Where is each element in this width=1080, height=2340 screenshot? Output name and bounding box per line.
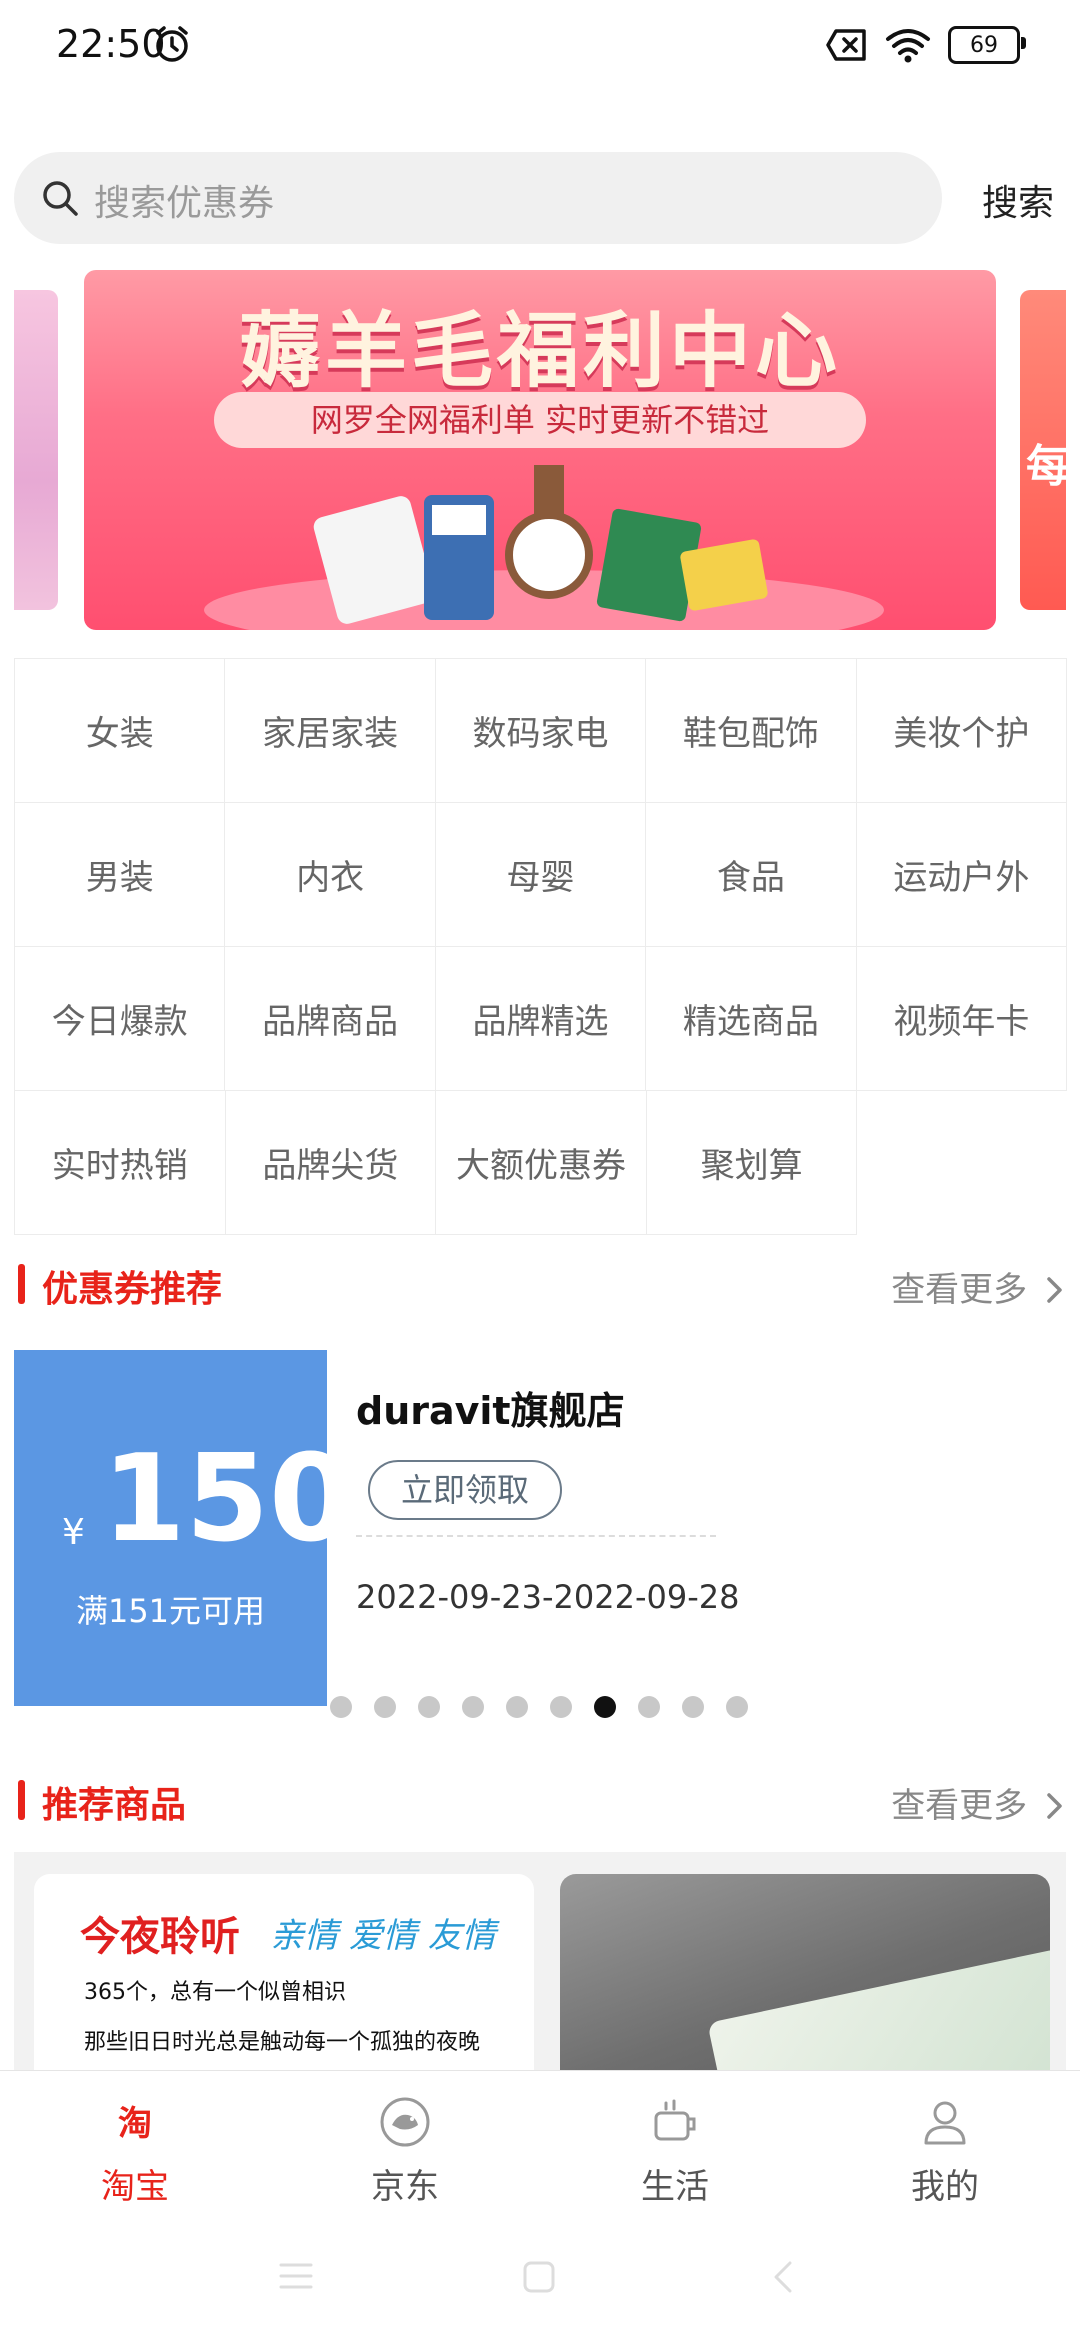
recommend-see-more-link[interactable]: 查看更多 <box>891 1778 1066 1827</box>
coupon-card[interactable]: ¥ 150 满151元可用 duravit旗舰店 立即领取 2022-09-23… <box>14 1350 1066 1706</box>
category-item[interactable]: 今日爆款 <box>15 947 226 1091</box>
category-empty-cell <box>857 1091 1067 1235</box>
nav-item-jd[interactable]: 京东 <box>270 2071 540 2221</box>
banner-carousel[interactable]: 薅羊毛福利中心 网罗全网福利单 实时更新不错过 每 <box>0 270 1080 630</box>
category-item[interactable]: 视频年卡 <box>856 947 1068 1091</box>
battery-indicator: 69 <box>948 26 1026 64</box>
banner-next-peek-text: 每 <box>1026 441 1070 492</box>
status-time: 22:50 <box>56 22 166 66</box>
wifi-icon <box>886 29 930 63</box>
search-placeholder: 搜索优惠券 <box>94 183 275 224</box>
carousel-dot[interactable] <box>506 1696 528 1718</box>
nav-item-taobao[interactable]: 淘 淘宝 <box>0 2071 270 2221</box>
coupon-see-more-link[interactable]: 查看更多 <box>891 1262 1066 1311</box>
menu-icon[interactable] <box>278 2260 314 2292</box>
coffee-cup-icon <box>654 2099 696 2141</box>
coupon-amount: 150 <box>102 1430 353 1569</box>
carousel-dot[interactable] <box>462 1696 484 1718</box>
coupon-condition: 满151元可用 <box>75 1592 266 1630</box>
svg-text:淘: 淘 <box>118 2104 152 2144</box>
see-more-label: 查看更多 <box>891 1786 1028 1826</box>
category-item[interactable]: 品牌精选 <box>435 947 647 1091</box>
category-item[interactable]: 品牌尖货 <box>225 1091 437 1235</box>
status-icons: 69 <box>826 26 1026 64</box>
section-accent-bar <box>18 1780 25 1820</box>
product-line: 那些旧日时光总是触动每一个孤独的夜晚 <box>84 2030 481 2055</box>
carousel-dot[interactable] <box>726 1696 748 1718</box>
carousel-dot[interactable] <box>418 1696 440 1718</box>
category-item[interactable]: 食品 <box>646 803 857 947</box>
category-item[interactable]: 母婴 <box>435 803 647 947</box>
chevron-right-icon <box>1047 1277 1062 1303</box>
battery-level: 69 <box>970 32 998 58</box>
carousel-dot[interactable] <box>374 1696 396 1718</box>
category-item[interactable]: 女装 <box>15 659 226 803</box>
bottom-nav: 淘 淘宝 京东 生活 我的 <box>0 2070 1080 2221</box>
product-headline: 今夜聆听 <box>80 1914 240 1960</box>
jd-icon <box>380 2097 430 2147</box>
nav-label: 京东 <box>371 2167 439 2207</box>
claim-coupon-button[interactable]: 立即领取 <box>368 1460 562 1520</box>
banner-products-illustration <box>313 465 768 624</box>
category-item[interactable]: 品牌商品 <box>225 947 436 1091</box>
system-nav-bar <box>0 2220 1080 2340</box>
search-input[interactable]: 搜索优惠券 <box>14 152 942 244</box>
coupon-validity: 2022-09-23-2022-09-28 <box>356 1578 740 1616</box>
carousel-dot-active[interactable] <box>594 1696 616 1718</box>
carousel-indicator <box>330 1696 748 1720</box>
category-item[interactable]: 实时热销 <box>15 1091 226 1235</box>
category-item[interactable]: 家居家装 <box>225 659 436 803</box>
status-bar: 22:50 69 <box>0 0 1080 90</box>
recommend-section-header: 推荐商品 查看更多 <box>14 1770 1066 1830</box>
search-button[interactable]: 搜索 <box>982 174 1054 226</box>
user-icon <box>924 2101 966 2145</box>
taobao-icon: 淘 <box>118 2104 152 2144</box>
carousel-dot[interactable] <box>550 1696 572 1718</box>
category-item[interactable]: 聚划算 <box>646 1091 858 1235</box>
home-icon[interactable] <box>522 2260 556 2294</box>
search-bar: 搜索优惠券 搜索 <box>14 152 1066 244</box>
category-item[interactable]: 内衣 <box>225 803 436 947</box>
carousel-dot[interactable] <box>682 1696 704 1718</box>
banner-prev-slide[interactable] <box>14 290 58 610</box>
product-tagline: 亲情 爱情 友情 <box>270 1916 496 1956</box>
section-accent-bar <box>18 1264 25 1304</box>
banner-title: 薅羊毛福利中心 <box>238 304 841 399</box>
coupon-value-panel: ¥ 150 满151元可用 <box>14 1350 353 1706</box>
product-list: 今夜聆听 亲情 爱情 友情 365个，总有一个似曾相识 那些旧日时光总是触动每一… <box>14 1852 1066 2114</box>
alarm-icon <box>156 26 188 62</box>
recommend-section-title: 推荐商品 <box>42 1785 187 1826</box>
category-grid: 女装 家居家装 数码家电 鞋包配饰 美妆个护 男装 内衣 母婴 食品 运动户外 … <box>14 658 1068 1235</box>
coupon-shop-name: duravit旗舰店 <box>356 1389 625 1433</box>
see-more-label: 查看更多 <box>891 1270 1028 1310</box>
no-sim-icon <box>826 29 866 61</box>
coupon-section-title: 优惠券推荐 <box>42 1269 223 1310</box>
category-item[interactable]: 男装 <box>15 803 226 947</box>
banner-subtitle: 网罗全网福利单 实时更新不错过 <box>214 392 866 448</box>
nav-label: 淘宝 <box>101 2167 169 2207</box>
category-item[interactable]: 精选商品 <box>646 947 857 1091</box>
carousel-dot[interactable] <box>330 1696 352 1718</box>
carousel-dot[interactable] <box>638 1696 660 1718</box>
nav-label: 生活 <box>641 2167 709 2207</box>
banner-next-slide[interactable]: 每 <box>1020 290 1070 610</box>
category-item[interactable]: 美妆个护 <box>856 659 1068 803</box>
category-item[interactable]: 鞋包配饰 <box>646 659 857 803</box>
nav-label: 我的 <box>911 2167 979 2207</box>
category-item[interactable]: 运动户外 <box>856 803 1068 947</box>
category-item[interactable]: 大额优惠券 <box>436 1091 647 1235</box>
coupon-section-header: 优惠券推荐 查看更多 <box>14 1254 1066 1314</box>
back-icon[interactable] <box>770 2260 796 2294</box>
banner-slide[interactable]: 薅羊毛福利中心 网罗全网福利单 实时更新不错过 <box>84 270 996 630</box>
coupon-currency: ¥ <box>62 1512 85 1553</box>
product-line: 365个，总有一个似曾相识 <box>84 1980 346 2005</box>
search-icon <box>43 181 78 216</box>
nav-item-life[interactable]: 生活 <box>540 2071 810 2221</box>
coupon-divider <box>356 1535 716 1537</box>
chevron-right-icon <box>1047 1793 1062 1819</box>
category-item[interactable]: 数码家电 <box>435 659 647 803</box>
nav-item-mine[interactable]: 我的 <box>810 2071 1080 2221</box>
